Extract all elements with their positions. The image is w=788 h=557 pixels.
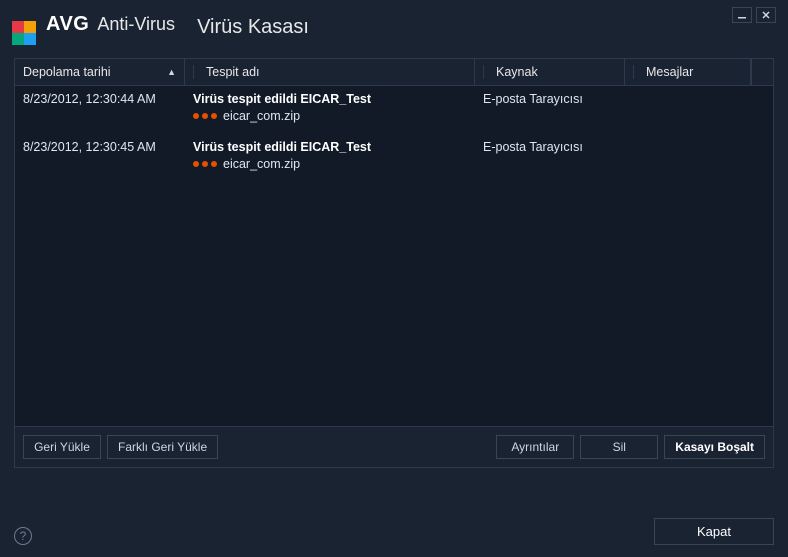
detection-file: eicar_com.zip bbox=[223, 157, 300, 171]
app-logo: AVG Anti-Virus bbox=[12, 13, 175, 42]
minimize-button[interactable] bbox=[732, 7, 752, 23]
cell-detection: Virüs tespit edildi EICAR_Test eicar_com… bbox=[185, 92, 475, 123]
column-header-source[interactable]: Kaynak bbox=[475, 59, 625, 85]
cell-date: 8/23/2012, 12:30:45 AM bbox=[15, 140, 185, 171]
detection-title: Virüs tespit edildi EICAR_Test bbox=[193, 140, 467, 154]
column-header-name-label: Tespit adı bbox=[206, 65, 260, 79]
help-icon[interactable]: ? bbox=[14, 527, 32, 545]
panel-footer: Geri Yükle Farklı Geri Yükle Ayrıntılar … bbox=[15, 426, 773, 467]
table-row[interactable]: 8/23/2012, 12:30:44 AM Virüs tespit edil… bbox=[15, 86, 773, 134]
table-header: Depolama tarihi ▲ Tespit adı Kaynak Mesa… bbox=[15, 59, 773, 86]
cell-messages bbox=[625, 92, 773, 123]
cell-source: E-posta Tarayıcısı bbox=[475, 140, 625, 171]
severity-dots-icon bbox=[193, 161, 217, 167]
column-header-name[interactable]: Tespit adı bbox=[185, 59, 475, 85]
column-header-spacer bbox=[751, 59, 773, 85]
cell-messages bbox=[625, 140, 773, 171]
empty-vault-button[interactable]: Kasayı Boşalt bbox=[664, 435, 765, 459]
column-header-source-label: Kaynak bbox=[496, 65, 538, 79]
bottom-bar: ? Kapat bbox=[0, 499, 788, 557]
close-button[interactable]: Kapat bbox=[654, 518, 774, 545]
delete-button[interactable]: Sil bbox=[580, 435, 658, 459]
column-header-messages[interactable]: Mesajlar bbox=[625, 59, 751, 85]
restore-as-button[interactable]: Farklı Geri Yükle bbox=[107, 435, 218, 459]
column-header-date[interactable]: Depolama tarihi ▲ bbox=[15, 59, 185, 85]
product-text: Anti-Virus bbox=[97, 14, 175, 35]
table-body: 8/23/2012, 12:30:44 AM Virüs tespit edil… bbox=[15, 86, 773, 426]
window-title: Virüs Kasası bbox=[197, 16, 309, 39]
column-header-messages-label: Mesajlar bbox=[646, 65, 693, 79]
table-row[interactable]: 8/23/2012, 12:30:45 AM Virüs tespit edil… bbox=[15, 134, 773, 182]
column-header-date-label: Depolama tarihi bbox=[23, 65, 111, 79]
brand-text: AVG bbox=[46, 13, 89, 36]
cell-detection: Virüs tespit edildi EICAR_Test eicar_com… bbox=[185, 140, 475, 171]
cell-source: E-posta Tarayıcısı bbox=[475, 92, 625, 123]
virus-vault-panel: Depolama tarihi ▲ Tespit adı Kaynak Mesa… bbox=[14, 58, 774, 468]
detection-file: eicar_com.zip bbox=[223, 109, 300, 123]
detection-title: Virüs tespit edildi EICAR_Test bbox=[193, 92, 467, 106]
cell-date: 8/23/2012, 12:30:44 AM bbox=[15, 92, 185, 123]
close-window-button[interactable] bbox=[756, 7, 776, 23]
sort-ascending-icon: ▲ bbox=[167, 67, 176, 77]
severity-dots-icon bbox=[193, 113, 217, 119]
restore-button[interactable]: Geri Yükle bbox=[23, 435, 101, 459]
details-button[interactable]: Ayrıntılar bbox=[496, 435, 574, 459]
